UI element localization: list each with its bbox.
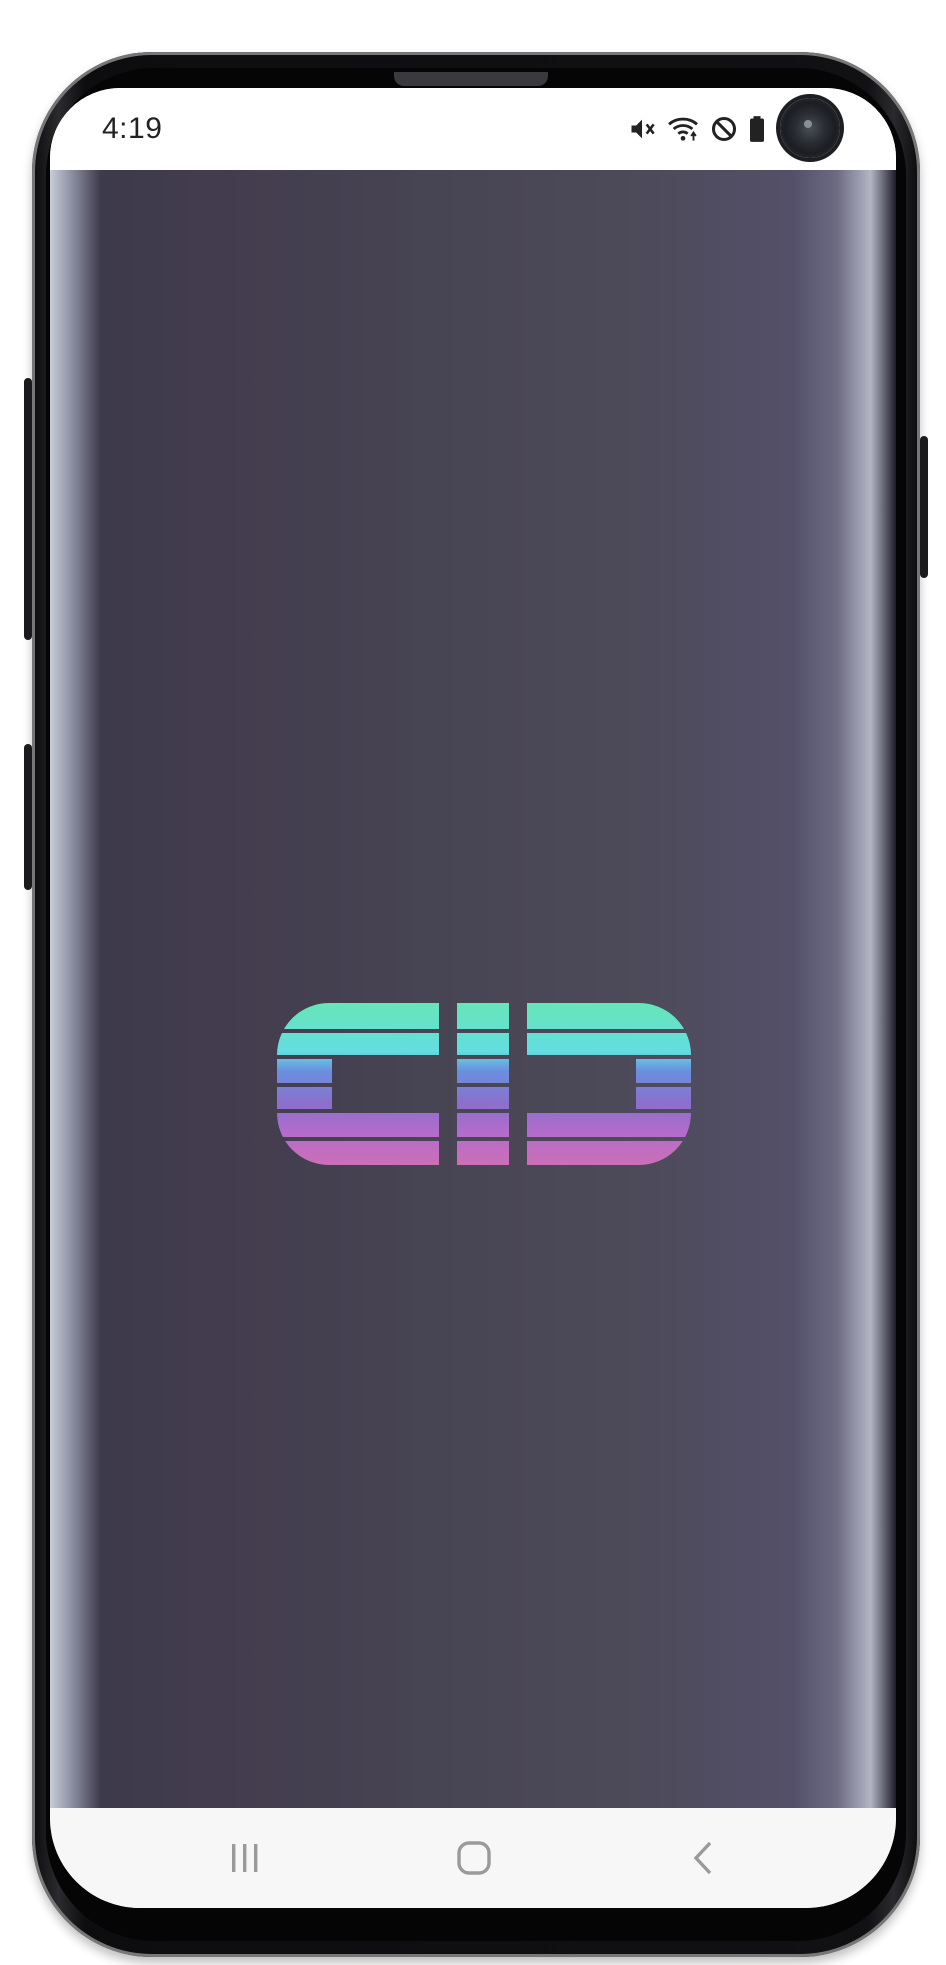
status-bar: 4:19	[50, 88, 896, 170]
volume-up-button	[24, 378, 32, 640]
status-icons	[628, 114, 766, 144]
app-logo	[277, 1003, 691, 1165]
speaker-grill	[394, 72, 548, 86]
home-icon	[457, 1841, 491, 1875]
navigation-bar	[50, 1808, 896, 1908]
status-time: 4:19	[102, 112, 163, 145]
bixby-button	[24, 744, 32, 890]
mute-icon	[628, 115, 656, 143]
power-button	[920, 436, 928, 578]
screen: 4:19	[50, 88, 896, 1908]
back-icon	[693, 1841, 712, 1875]
splash-screen	[50, 170, 896, 1808]
device-frame: 4:19	[0, 0, 946, 1965]
battery-icon	[748, 115, 766, 143]
wifi-icon	[666, 115, 700, 143]
do-not-disturb-icon	[710, 115, 738, 143]
front-camera	[780, 98, 840, 158]
back-button[interactable]	[680, 1838, 728, 1878]
home-button[interactable]	[450, 1838, 498, 1878]
recent-apps-icon	[232, 1844, 258, 1872]
recent-apps-button[interactable]	[221, 1838, 269, 1878]
